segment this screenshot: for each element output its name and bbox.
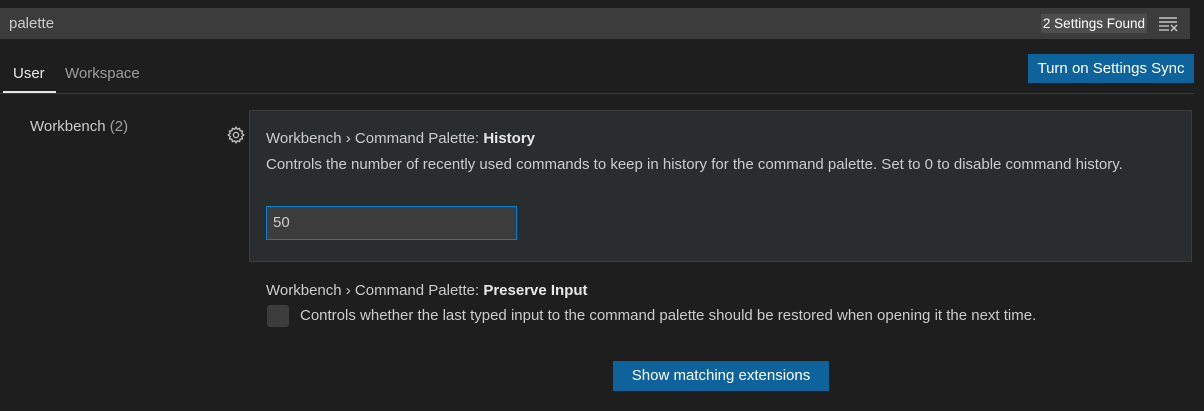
- preserve-input-checkbox[interactable]: [267, 305, 289, 327]
- tab-workspace[interactable]: Workspace: [65, 65, 140, 82]
- results-count-badge: 2 Settings Found: [1040, 14, 1147, 33]
- history-number-input[interactable]: 50: [266, 206, 517, 240]
- setting-name: History: [483, 130, 536, 147]
- toc-item-label: Workbench: [30, 118, 106, 135]
- gear-icon[interactable]: [226, 125, 246, 145]
- toc-item-count: (2): [109, 118, 129, 135]
- toc-item-workbench[interactable]: Workbench (2): [30, 118, 128, 135]
- settings-scope-tabs: User Workspace: [0, 52, 1194, 94]
- setting-description-preserve-input: Controls whether the last typed input to…: [300, 307, 1037, 324]
- search-input[interactable]: palette: [9, 15, 54, 33]
- settings-search-bar[interactable]: palette 2 Settings Found: [0, 8, 1190, 39]
- setting-title-preserve-input: Workbench › Command Palette: Preserve In…: [266, 282, 588, 299]
- tabs-divider: [0, 93, 1194, 94]
- setting-category: Workbench › Command Palette:: [266, 282, 484, 299]
- tab-user[interactable]: User: [13, 65, 45, 82]
- turn-on-settings-sync-button[interactable]: Turn on Settings Sync: [1028, 54, 1194, 83]
- clear-filter-icon[interactable]: [1158, 15, 1178, 33]
- setting-title-history: Workbench › Command Palette: History: [266, 130, 535, 147]
- setting-name: Preserve Input: [483, 282, 588, 299]
- show-matching-extensions-button[interactable]: Show matching extensions: [613, 361, 829, 391]
- setting-category: Workbench › Command Palette:: [266, 130, 484, 147]
- setting-description-history: Controls the number of recently used com…: [266, 156, 1123, 173]
